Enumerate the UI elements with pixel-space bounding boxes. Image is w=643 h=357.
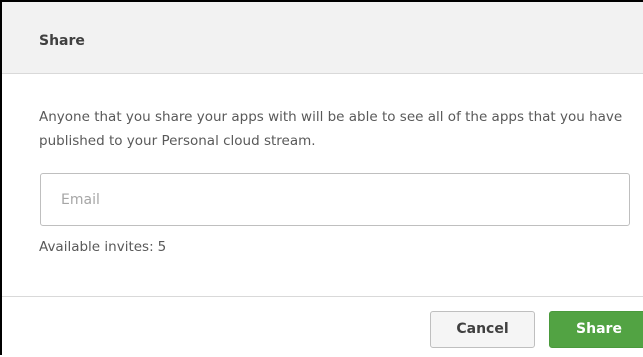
- email-input[interactable]: [40, 173, 630, 226]
- dialog-header: Share: [2, 2, 643, 74]
- dialog-body: Anyone that you share your apps with wil…: [2, 75, 643, 295]
- cancel-button[interactable]: Cancel: [430, 311, 535, 348]
- share-description: Anyone that you share your apps with wil…: [39, 109, 623, 149]
- share-dialog: Share Anyone that you share your apps wi…: [0, 0, 643, 357]
- available-invites-label: Available invites:: [39, 239, 154, 255]
- share-button[interactable]: Share: [549, 311, 643, 348]
- dialog-title: Share: [39, 33, 85, 49]
- available-invites-count: 5: [157, 239, 167, 255]
- dialog-footer: Cancel Share: [2, 296, 643, 357]
- available-invites: Available invites: 5: [39, 238, 166, 256]
